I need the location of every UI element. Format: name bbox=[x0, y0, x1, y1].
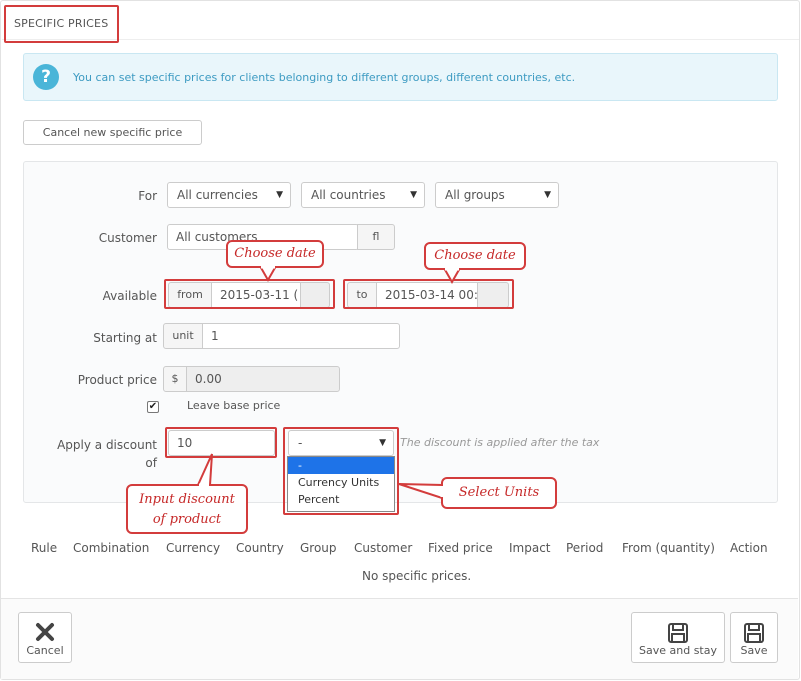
country-select[interactable]: All countries ▼ bbox=[301, 182, 425, 208]
save-icon bbox=[744, 623, 764, 643]
reduction-type-select[interactable]: - ▼ bbox=[288, 430, 394, 456]
apply-discount-label: Apply a discount of bbox=[40, 436, 157, 472]
caret-down-icon: ▼ bbox=[410, 190, 417, 200]
info-alert: ? You can set specific prices for client… bbox=[23, 53, 778, 101]
no-specific-prices-text: No specific prices. bbox=[362, 569, 472, 583]
product-price-input[interactable]: 0.00 bbox=[186, 366, 340, 392]
col-action: Action bbox=[730, 541, 768, 555]
starting-at-input[interactable]: 1 bbox=[202, 323, 400, 349]
callout-pointer-3 bbox=[196, 453, 213, 486]
cancel-label: Cancel bbox=[26, 644, 64, 657]
alert-text: You can set specific prices for clients … bbox=[73, 71, 576, 84]
save-and-stay-label: Save and stay bbox=[639, 644, 717, 657]
col-combination: Combination bbox=[73, 541, 150, 555]
apply-discount-label-line1: Apply a discount bbox=[57, 438, 157, 452]
panel-title: SPECIFIC PRICES bbox=[14, 17, 109, 30]
apply-discount-label-line2: of bbox=[145, 456, 157, 470]
col-rule: Rule bbox=[31, 541, 58, 555]
select-units-callout: Select Units bbox=[441, 477, 557, 509]
leave-base-price-checkbox[interactable]: ✔ bbox=[147, 401, 159, 413]
reduction-option-percent[interactable]: Percent bbox=[288, 491, 394, 508]
from-date-addon bbox=[300, 282, 330, 308]
panel-heading: SPECIFIC PRICES bbox=[2, 2, 799, 40]
from-addon: from bbox=[168, 282, 212, 308]
product-price-label: Product price bbox=[77, 373, 157, 387]
caret-down-icon: ▼ bbox=[379, 438, 386, 448]
to-date-addon bbox=[477, 282, 509, 308]
col-currency: Currency bbox=[166, 541, 221, 555]
cancel-new-specific-price-button[interactable]: Cancel new specific price bbox=[23, 120, 202, 145]
currency-select[interactable]: All currencies ▼ bbox=[167, 182, 291, 208]
starting-at-label: Starting at bbox=[93, 331, 157, 345]
callout-pointer-2 bbox=[442, 268, 462, 284]
col-group: Group bbox=[300, 541, 337, 555]
caret-down-icon: ▼ bbox=[276, 190, 283, 200]
col-impact: Impact bbox=[509, 541, 551, 555]
reduction-option-none[interactable]: - bbox=[288, 457, 394, 474]
to-date-input[interactable]: 2015-03-14 00:( bbox=[376, 282, 478, 308]
save-button[interactable]: Save bbox=[730, 612, 778, 663]
col-period: Period bbox=[566, 541, 604, 555]
input-discount-callout: Input discount of product bbox=[126, 484, 248, 534]
callout-pointer-4 bbox=[398, 483, 443, 500]
col-customer: Customer bbox=[354, 541, 413, 555]
group-select[interactable]: All groups ▼ bbox=[435, 182, 559, 208]
to-addon: to bbox=[347, 282, 377, 308]
close-icon bbox=[36, 623, 54, 641]
cancel-button[interactable]: Cancel bbox=[18, 612, 72, 663]
from-date-input[interactable]: 2015-03-11 ( bbox=[211, 282, 301, 308]
choose-date-callout-2: Choose date bbox=[424, 242, 526, 270]
discount-hint: The discount is applied after the tax bbox=[400, 436, 600, 449]
unit-addon: unit bbox=[163, 323, 203, 349]
reduction-type-dropdown: - Currency Units Percent bbox=[287, 456, 395, 512]
col-country: Country bbox=[236, 541, 284, 555]
caret-down-icon: ▼ bbox=[544, 190, 551, 200]
question-icon: ? bbox=[33, 64, 59, 90]
customer-label: Customer bbox=[98, 231, 157, 245]
leave-base-price-label: Leave base price bbox=[187, 399, 281, 412]
choose-date-callout-1: Choose date bbox=[226, 240, 324, 268]
currency-symbol-addon: $ bbox=[163, 366, 187, 392]
customer-addon: fl bbox=[357, 224, 395, 250]
available-label: Available bbox=[102, 289, 157, 303]
save-and-stay-button[interactable]: Save and stay bbox=[631, 612, 725, 663]
col-from-quantity: From (quantity) bbox=[622, 541, 715, 555]
col-fixed-price: Fixed price bbox=[428, 541, 493, 555]
reduction-option-currency-units[interactable]: Currency Units bbox=[288, 474, 394, 491]
callout-pointer-1 bbox=[258, 266, 278, 282]
save-icon bbox=[668, 623, 688, 643]
for-label: For bbox=[138, 189, 157, 203]
discount-input[interactable]: 10 bbox=[168, 430, 275, 456]
save-label: Save bbox=[740, 644, 768, 657]
